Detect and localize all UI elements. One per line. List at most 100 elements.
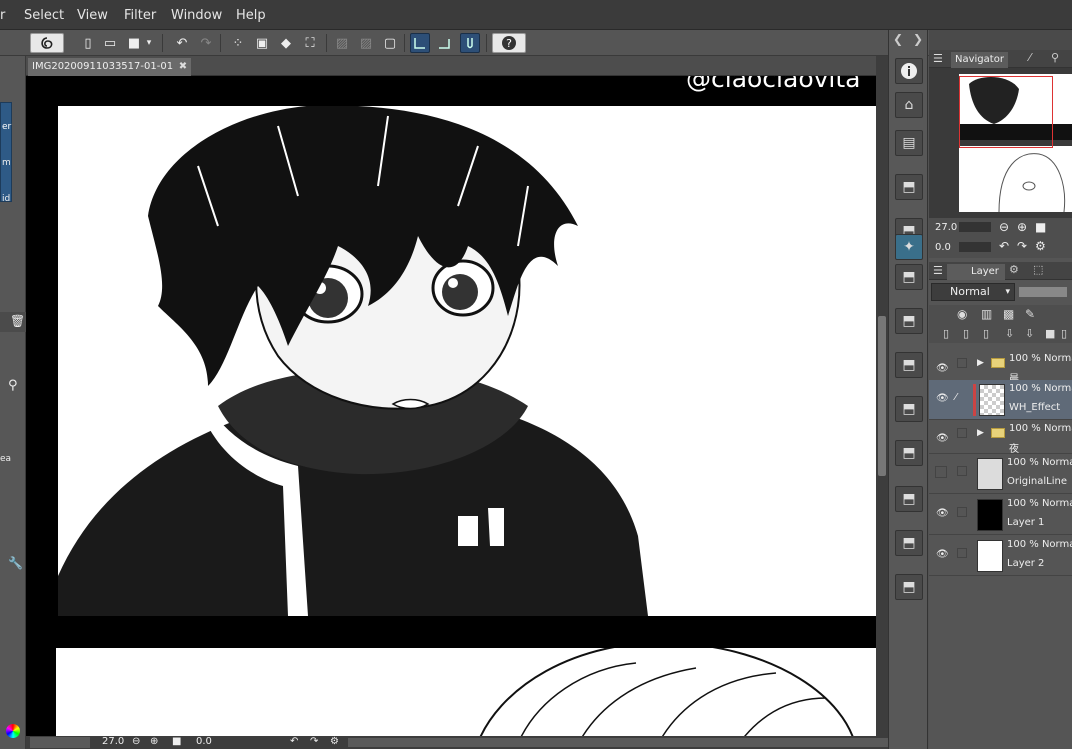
transform-icon[interactable]: ⛶ bbox=[300, 33, 320, 53]
collapse-right-chevron-icon[interactable]: ❯ bbox=[913, 32, 923, 46]
expand-arrow-icon[interactable]: ▶ bbox=[977, 428, 984, 438]
layer-row[interactable]: 👁 ▶ 100 % Norma 夜 bbox=[929, 420, 1072, 455]
layer-search-icon[interactable]: ⬒ bbox=[895, 174, 923, 200]
canvas-area[interactable]: @ciaociaovita bbox=[26, 76, 876, 736]
redo-icon[interactable]: ↷ bbox=[196, 33, 216, 53]
undo-icon[interactable]: ↶ bbox=[172, 33, 192, 53]
horizontal-scrollbar[interactable] bbox=[348, 738, 888, 747]
layer-property-tab-icon[interactable]: ⚙ bbox=[1009, 263, 1019, 276]
rotate-left-icon[interactable]: ↶ bbox=[999, 239, 1009, 253]
new-raster-layer-icon[interactable]: ▯ bbox=[943, 327, 949, 340]
new-folder-icon[interactable]: ▯ bbox=[983, 327, 989, 340]
reset-rotation-icon[interactable]: ⚙ bbox=[330, 736, 339, 747]
zoom-out-icon[interactable]: ⊖ bbox=[132, 736, 140, 747]
page-manager-icon[interactable]: ⬒ bbox=[895, 530, 923, 556]
clipping-icon[interactable]: ◉ bbox=[957, 307, 967, 321]
menu-item-window[interactable]: Window bbox=[171, 8, 222, 23]
selected-tool-highlight[interactable] bbox=[0, 102, 12, 202]
info-icon[interactable] bbox=[895, 58, 923, 84]
expand-arrow-icon[interactable]: ▶ bbox=[977, 358, 984, 368]
invert-selection-icon[interactable]: ▨ bbox=[356, 33, 376, 53]
wrench-icon[interactable]: 🔧 bbox=[8, 556, 23, 570]
sub-view-icon[interactable]: ⌂ bbox=[895, 92, 923, 118]
clear-icon[interactable]: ⁘ bbox=[228, 33, 248, 53]
color-set-icon[interactable]: ✦ bbox=[895, 234, 923, 260]
document-tab[interactable]: IMG20200911033517-01-01 ✖ bbox=[28, 58, 192, 76]
snap-ruler-icon[interactable] bbox=[410, 33, 430, 53]
scrollbar-thumb[interactable] bbox=[878, 316, 886, 476]
save-icon[interactable]: ■ bbox=[124, 33, 144, 53]
save-dropdown-chevron-icon[interactable]: ▾ bbox=[142, 33, 156, 53]
layer-row[interactable]: 100 % Normal OriginalLine bbox=[929, 454, 1072, 494]
rotate-left-icon[interactable]: ↶ bbox=[290, 736, 298, 747]
navigator-tab[interactable]: Navigator bbox=[951, 52, 1008, 68]
clip-studio-logo-button[interactable] bbox=[30, 33, 64, 53]
eye-icon[interactable]: 👁 bbox=[936, 393, 949, 404]
reference-layer-icon[interactable]: ▥ bbox=[981, 307, 992, 321]
panel-menu-icon[interactable]: ☰ bbox=[933, 264, 943, 277]
blend-mode-select[interactable]: Normal ▾ bbox=[931, 283, 1015, 301]
snap-grid-icon[interactable] bbox=[460, 33, 480, 53]
rotate-right-icon[interactable]: ↷ bbox=[1017, 239, 1027, 253]
navigator-view-frame[interactable] bbox=[959, 76, 1053, 148]
layer-row-selected[interactable]: 👁 ⁄ 100 % Norma WH_Effect bbox=[929, 380, 1072, 420]
layer-edit-toggle[interactable] bbox=[957, 428, 967, 438]
close-icon[interactable]: ✖ bbox=[179, 58, 187, 76]
sub-tool-icon[interactable]: ⁄ bbox=[1029, 51, 1031, 64]
transform-palette-icon[interactable]: ⬒ bbox=[895, 308, 923, 334]
fill-icon[interactable]: ◆ bbox=[276, 33, 296, 53]
fit-window-icon[interactable]: ■ bbox=[172, 736, 181, 747]
delete-layer-icon[interactable]: ▯ bbox=[1061, 327, 1067, 340]
zoom-out-icon[interactable]: ⊖ bbox=[999, 220, 1009, 234]
menu-item-select[interactable]: Select bbox=[24, 8, 64, 23]
layer-row[interactable]: 👁 100 % Normal Layer 1 bbox=[929, 495, 1072, 535]
ruler-icon[interactable]: ✎ bbox=[1025, 307, 1035, 321]
layer-tab[interactable]: Layer bbox=[947, 264, 1005, 280]
layer-search-tab-icon[interactable]: ⬚ bbox=[1033, 263, 1043, 276]
menu-item-edit[interactable]: r bbox=[0, 8, 5, 23]
fit-icon[interactable]: ■ bbox=[1035, 220, 1046, 234]
zoom-in-icon[interactable]: ⊕ bbox=[150, 736, 158, 747]
auto-action-icon[interactable]: ⬒ bbox=[895, 396, 923, 422]
visibility-toggle-off[interactable] bbox=[935, 466, 947, 478]
panel-menu-icon[interactable]: ☰ bbox=[933, 52, 943, 65]
tool-property-icon[interactable]: ⬒ bbox=[895, 264, 923, 290]
navigator-preview[interactable] bbox=[929, 68, 1072, 218]
layer-mask-icon[interactable]: ■ bbox=[1045, 327, 1055, 340]
eye-icon[interactable]: 👁 bbox=[936, 433, 949, 444]
search-icon[interactable]: ⚲ bbox=[8, 378, 18, 393]
item-bank-icon[interactable]: ⬒ bbox=[895, 486, 923, 512]
deselect-icon[interactable]: ▨ bbox=[332, 33, 352, 53]
layer-edit-toggle[interactable] bbox=[957, 507, 967, 517]
layer-edit-toggle[interactable] bbox=[957, 358, 967, 368]
opacity-slider[interactable] bbox=[1019, 287, 1067, 297]
show-selection-icon[interactable]: ▢ bbox=[380, 33, 400, 53]
combine-down-icon[interactable]: ⇩ bbox=[1025, 327, 1034, 340]
layer-edit-toggle[interactable] bbox=[957, 548, 967, 558]
open-folder-icon[interactable]: ▭ bbox=[100, 33, 120, 53]
menu-item-view[interactable]: View bbox=[77, 8, 108, 23]
image-material-icon[interactable]: ⬒ bbox=[895, 574, 923, 600]
layer-row[interactable]: 👁 100 % Normal Layer 2 bbox=[929, 536, 1072, 576]
clear-outside-selection-icon[interactable]: ▣ bbox=[252, 33, 272, 53]
eye-icon[interactable]: 👁 bbox=[936, 549, 949, 560]
status-slider[interactable] bbox=[30, 737, 90, 748]
layer-property-icon[interactable]: ▤ bbox=[895, 130, 923, 156]
snap-special-ruler-icon[interactable] bbox=[434, 33, 454, 53]
history-icon[interactable]: ⬒ bbox=[895, 352, 923, 378]
navigator-rotation-slider[interactable] bbox=[959, 242, 991, 252]
quick-access-icon[interactable]: ⬒ bbox=[895, 440, 923, 466]
eye-icon[interactable]: 👁 bbox=[936, 363, 949, 374]
menu-item-filter[interactable]: Filter bbox=[124, 8, 156, 23]
transfer-down-icon[interactable]: ⇩ bbox=[1005, 327, 1014, 340]
color-wheel-icon[interactable] bbox=[6, 724, 20, 738]
eye-icon[interactable]: 👁 bbox=[936, 508, 949, 519]
search-icon[interactable]: ⚲ bbox=[1051, 51, 1059, 64]
new-vector-layer-icon[interactable]: ▯ bbox=[963, 327, 969, 340]
layer-edit-toggle[interactable] bbox=[957, 466, 967, 476]
help-button[interactable]: ? bbox=[492, 33, 526, 53]
collapse-left-chevron-icon[interactable]: ❮ bbox=[893, 32, 903, 46]
trash-icon[interactable]: 🗑 bbox=[10, 314, 25, 328]
lock-icon[interactable]: ▩ bbox=[1003, 307, 1014, 321]
canvas-vertical-scrollbar[interactable] bbox=[876, 56, 888, 736]
